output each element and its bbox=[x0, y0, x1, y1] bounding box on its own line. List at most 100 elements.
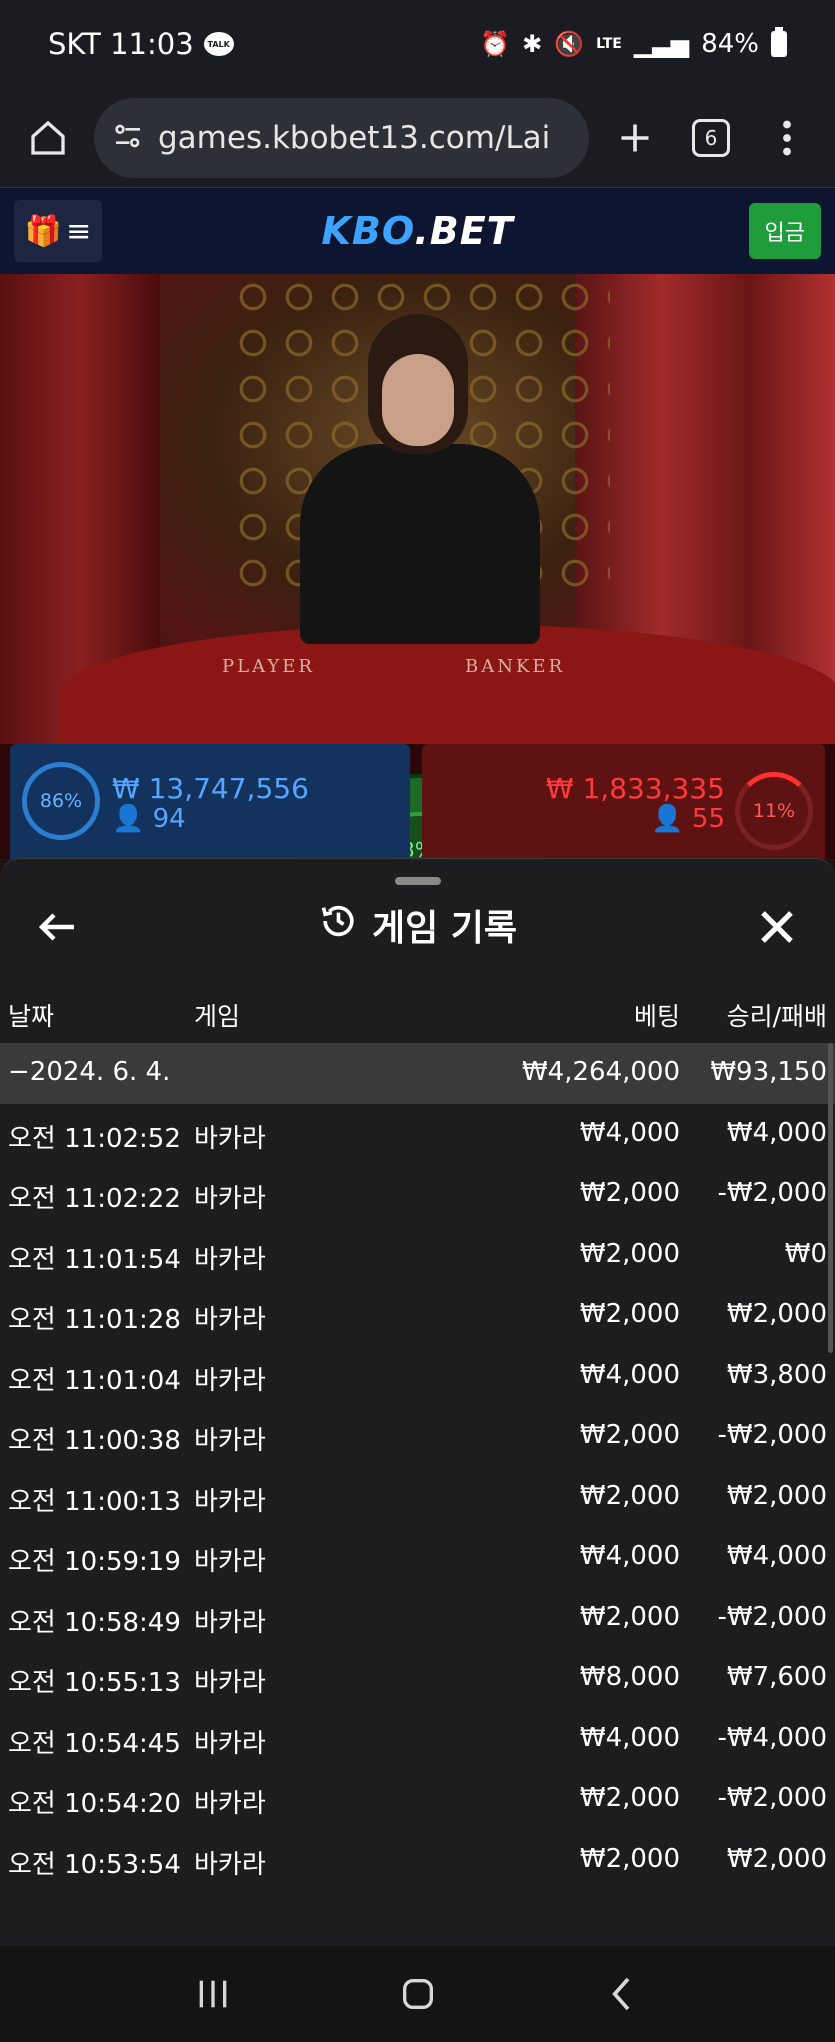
row-game: 바카라 bbox=[194, 1849, 266, 1880]
row-date: 오전 10:58:49 bbox=[8, 1607, 181, 1638]
row-date: 오전 10:53:54 bbox=[8, 1849, 181, 1880]
table-row[interactable]: 오전 11:02:22 바카라 ₩2,000 -₩2,000 bbox=[0, 1164, 835, 1225]
table-row[interactable]: 오전 10:59:19 바카라 ₩4,000 ₩4,000 bbox=[0, 1527, 835, 1588]
site-header: 🎁 ≡ KBO.BET 입금 bbox=[0, 188, 835, 274]
row-date: 오전 10:54:45 bbox=[8, 1728, 181, 1759]
row-bet: ₩8,000 bbox=[579, 1662, 680, 1692]
banker-amount: ₩ 1,833,335 bbox=[545, 772, 725, 805]
row-game: 바카라 bbox=[194, 1184, 266, 1214]
address-bar[interactable]: games.kbobet13.com/Lai bbox=[94, 97, 589, 178]
row-date: 오전 10:55:13 bbox=[8, 1668, 181, 1698]
tab-count: 6 bbox=[692, 118, 730, 157]
table-row[interactable]: 오전 11:01:04 바카라 ₩4,000 ₩3,800 bbox=[0, 1346, 835, 1407]
row-date: 오전 11:01:28 bbox=[8, 1305, 181, 1335]
row-bet: ₩2,000 bbox=[579, 1601, 680, 1632]
row-date: 오전 11:02:22 bbox=[8, 1184, 181, 1214]
banker-count: 55 bbox=[691, 804, 725, 834]
row-bet: ₩2,000 bbox=[579, 1238, 680, 1269]
table-row[interactable]: 오전 10:58:49 바카라 ₩2,000 -₩2,000 bbox=[0, 1588, 835, 1649]
hamburger-icon: ≡ bbox=[66, 213, 92, 249]
game-history-sheet: 게임 기록 날짜 게임 베팅 승리/패배 −2024. 6. 4. ₩4,264… bbox=[0, 858, 835, 1946]
row-game: 바카라 bbox=[194, 1547, 266, 1577]
table-row[interactable]: 오전 11:01:28 바카라 ₩2,000 ₩2,000 bbox=[0, 1285, 835, 1346]
scrollbar[interactable] bbox=[828, 1043, 833, 1353]
row-bet: ₩2,000 bbox=[579, 1480, 680, 1511]
row-win-loss: ₩0 bbox=[784, 1238, 827, 1269]
battery-percent: 84% bbox=[701, 29, 759, 59]
new-tab-icon[interactable] bbox=[605, 108, 665, 168]
kakaotalk-icon: TALK bbox=[203, 32, 234, 56]
user-icon: 👤 bbox=[112, 804, 145, 834]
group-win-total: ₩93,150 bbox=[710, 1057, 827, 1087]
recent-apps-icon[interactable] bbox=[183, 1964, 243, 2024]
row-game: 바카라 bbox=[194, 1244, 266, 1275]
site-logo[interactable]: KBO.BET bbox=[321, 209, 513, 253]
home-nav-icon[interactable] bbox=[388, 1964, 448, 2024]
column-date: 날짜 bbox=[8, 1002, 55, 1031]
player-table-label: PLAYER bbox=[222, 656, 315, 677]
status-bar: SKT 11:03 TALK ⏰ ✱ 🔇 LTE ▁▃▅ 84% bbox=[0, 0, 835, 88]
close-icon[interactable] bbox=[753, 903, 801, 951]
row-win-loss: -₩2,000 bbox=[717, 1178, 827, 1208]
live-video: PLAYER BANKER bbox=[0, 274, 835, 744]
table-row[interactable]: 오전 11:02:52 바카라 ₩4,000 ₩4,000 bbox=[0, 1104, 835, 1165]
lte-icon: LTE bbox=[596, 36, 622, 52]
menu-button[interactable]: 🎁 ≡ bbox=[14, 200, 102, 262]
row-win-loss: -₩2,000 bbox=[717, 1601, 827, 1632]
drag-handle[interactable] bbox=[395, 877, 441, 885]
table-row[interactable]: 오전 11:00:38 바카라 ₩2,000 -₩2,000 bbox=[0, 1406, 835, 1467]
row-win-loss: -₩4,000 bbox=[717, 1722, 827, 1753]
table-row[interactable]: 오전 10:55:13 바카라 ₩8,000 ₩7,600 bbox=[0, 1648, 835, 1709]
table-row[interactable]: 오전 10:54:20 바카라 ₩2,000 -₩2,000 bbox=[0, 1769, 835, 1830]
row-bet: ₩2,000 bbox=[579, 1783, 680, 1813]
row-win-loss: ₩4,000 bbox=[726, 1117, 827, 1148]
alarm-icon: ⏰ bbox=[480, 30, 511, 58]
more-menu-icon[interactable] bbox=[757, 108, 817, 168]
row-date: 오전 11:00:38 bbox=[8, 1426, 181, 1456]
carrier-time: SKT 11:03 bbox=[48, 27, 194, 61]
row-date: 오전 10:54:20 bbox=[8, 1789, 181, 1819]
banker-table-label: BANKER bbox=[465, 656, 566, 677]
row-date: 오전 10:59:19 bbox=[8, 1547, 181, 1577]
player-count: 94 bbox=[152, 804, 186, 834]
row-bet: ₩2,000 bbox=[579, 1178, 680, 1208]
table-row[interactable]: 오전 10:54:45 바카라 ₩4,000 -₩4,000 bbox=[0, 1709, 835, 1770]
gift-icon: 🎁 bbox=[24, 213, 63, 249]
bluetooth-icon: ✱ bbox=[522, 30, 543, 58]
row-bet: ₩4,000 bbox=[579, 1359, 680, 1390]
player-bet-box[interactable]: 86% ₩ 13,747,556 👤 94 bbox=[10, 744, 410, 859]
row-win-loss: -₩2,000 bbox=[717, 1783, 827, 1813]
column-win-loss: 승리/패배 bbox=[726, 1002, 827, 1031]
row-game: 바카라 bbox=[194, 1789, 266, 1819]
row-bet: ₩2,000 bbox=[579, 1843, 680, 1874]
row-win-loss: ₩3,800 bbox=[726, 1359, 827, 1390]
column-game: 게임 bbox=[194, 1002, 241, 1031]
table-row[interactable]: 오전 11:01:54 바카라 ₩2,000 ₩0 bbox=[0, 1225, 835, 1286]
row-game: 바카라 bbox=[194, 1365, 266, 1396]
sheet-title: 게임 기록 bbox=[371, 908, 518, 949]
back-nav-icon[interactable] bbox=[593, 1964, 653, 2024]
tab-switcher-button[interactable]: 6 bbox=[681, 108, 741, 168]
row-win-loss: -₩2,000 bbox=[717, 1420, 827, 1450]
site-settings-icon[interactable] bbox=[112, 120, 144, 156]
row-game: 바카라 bbox=[194, 1486, 266, 1517]
row-bet: ₩2,000 bbox=[579, 1299, 680, 1329]
table-header: 날짜 게임 베팅 승리/패배 bbox=[0, 989, 835, 1039]
row-game: 바카라 bbox=[194, 1607, 266, 1638]
home-icon[interactable] bbox=[18, 108, 78, 168]
row-win-loss: ₩4,000 bbox=[726, 1541, 827, 1571]
date-group-row[interactable]: −2024. 6. 4. ₩4,264,000 ₩93,150 bbox=[0, 1043, 835, 1104]
back-arrow-icon[interactable] bbox=[34, 903, 82, 951]
player-amount: ₩ 13,747,556 bbox=[112, 772, 309, 805]
deposit-button[interactable]: 입금 bbox=[748, 203, 821, 259]
browser-toolbar: games.kbobet13.com/Lai 6 bbox=[0, 88, 835, 188]
table-row[interactable]: 오전 11:00:13 바카라 ₩2,000 ₩2,000 bbox=[0, 1467, 835, 1528]
banker-bet-box[interactable]: ₩ 1,833,335 👤 55 11% bbox=[422, 744, 825, 859]
row-game: 바카라 bbox=[194, 1123, 266, 1154]
row-win-loss: ₩2,000 bbox=[726, 1843, 827, 1874]
row-date: 오전 11:02:52 bbox=[8, 1123, 181, 1154]
row-game: 바카라 bbox=[194, 1668, 266, 1698]
row-win-loss: ₩2,000 bbox=[726, 1480, 827, 1511]
player-percent: 86% bbox=[22, 762, 100, 840]
table-row[interactable]: 오전 10:53:54 바카라 ₩2,000 ₩2,000 bbox=[0, 1830, 835, 1891]
